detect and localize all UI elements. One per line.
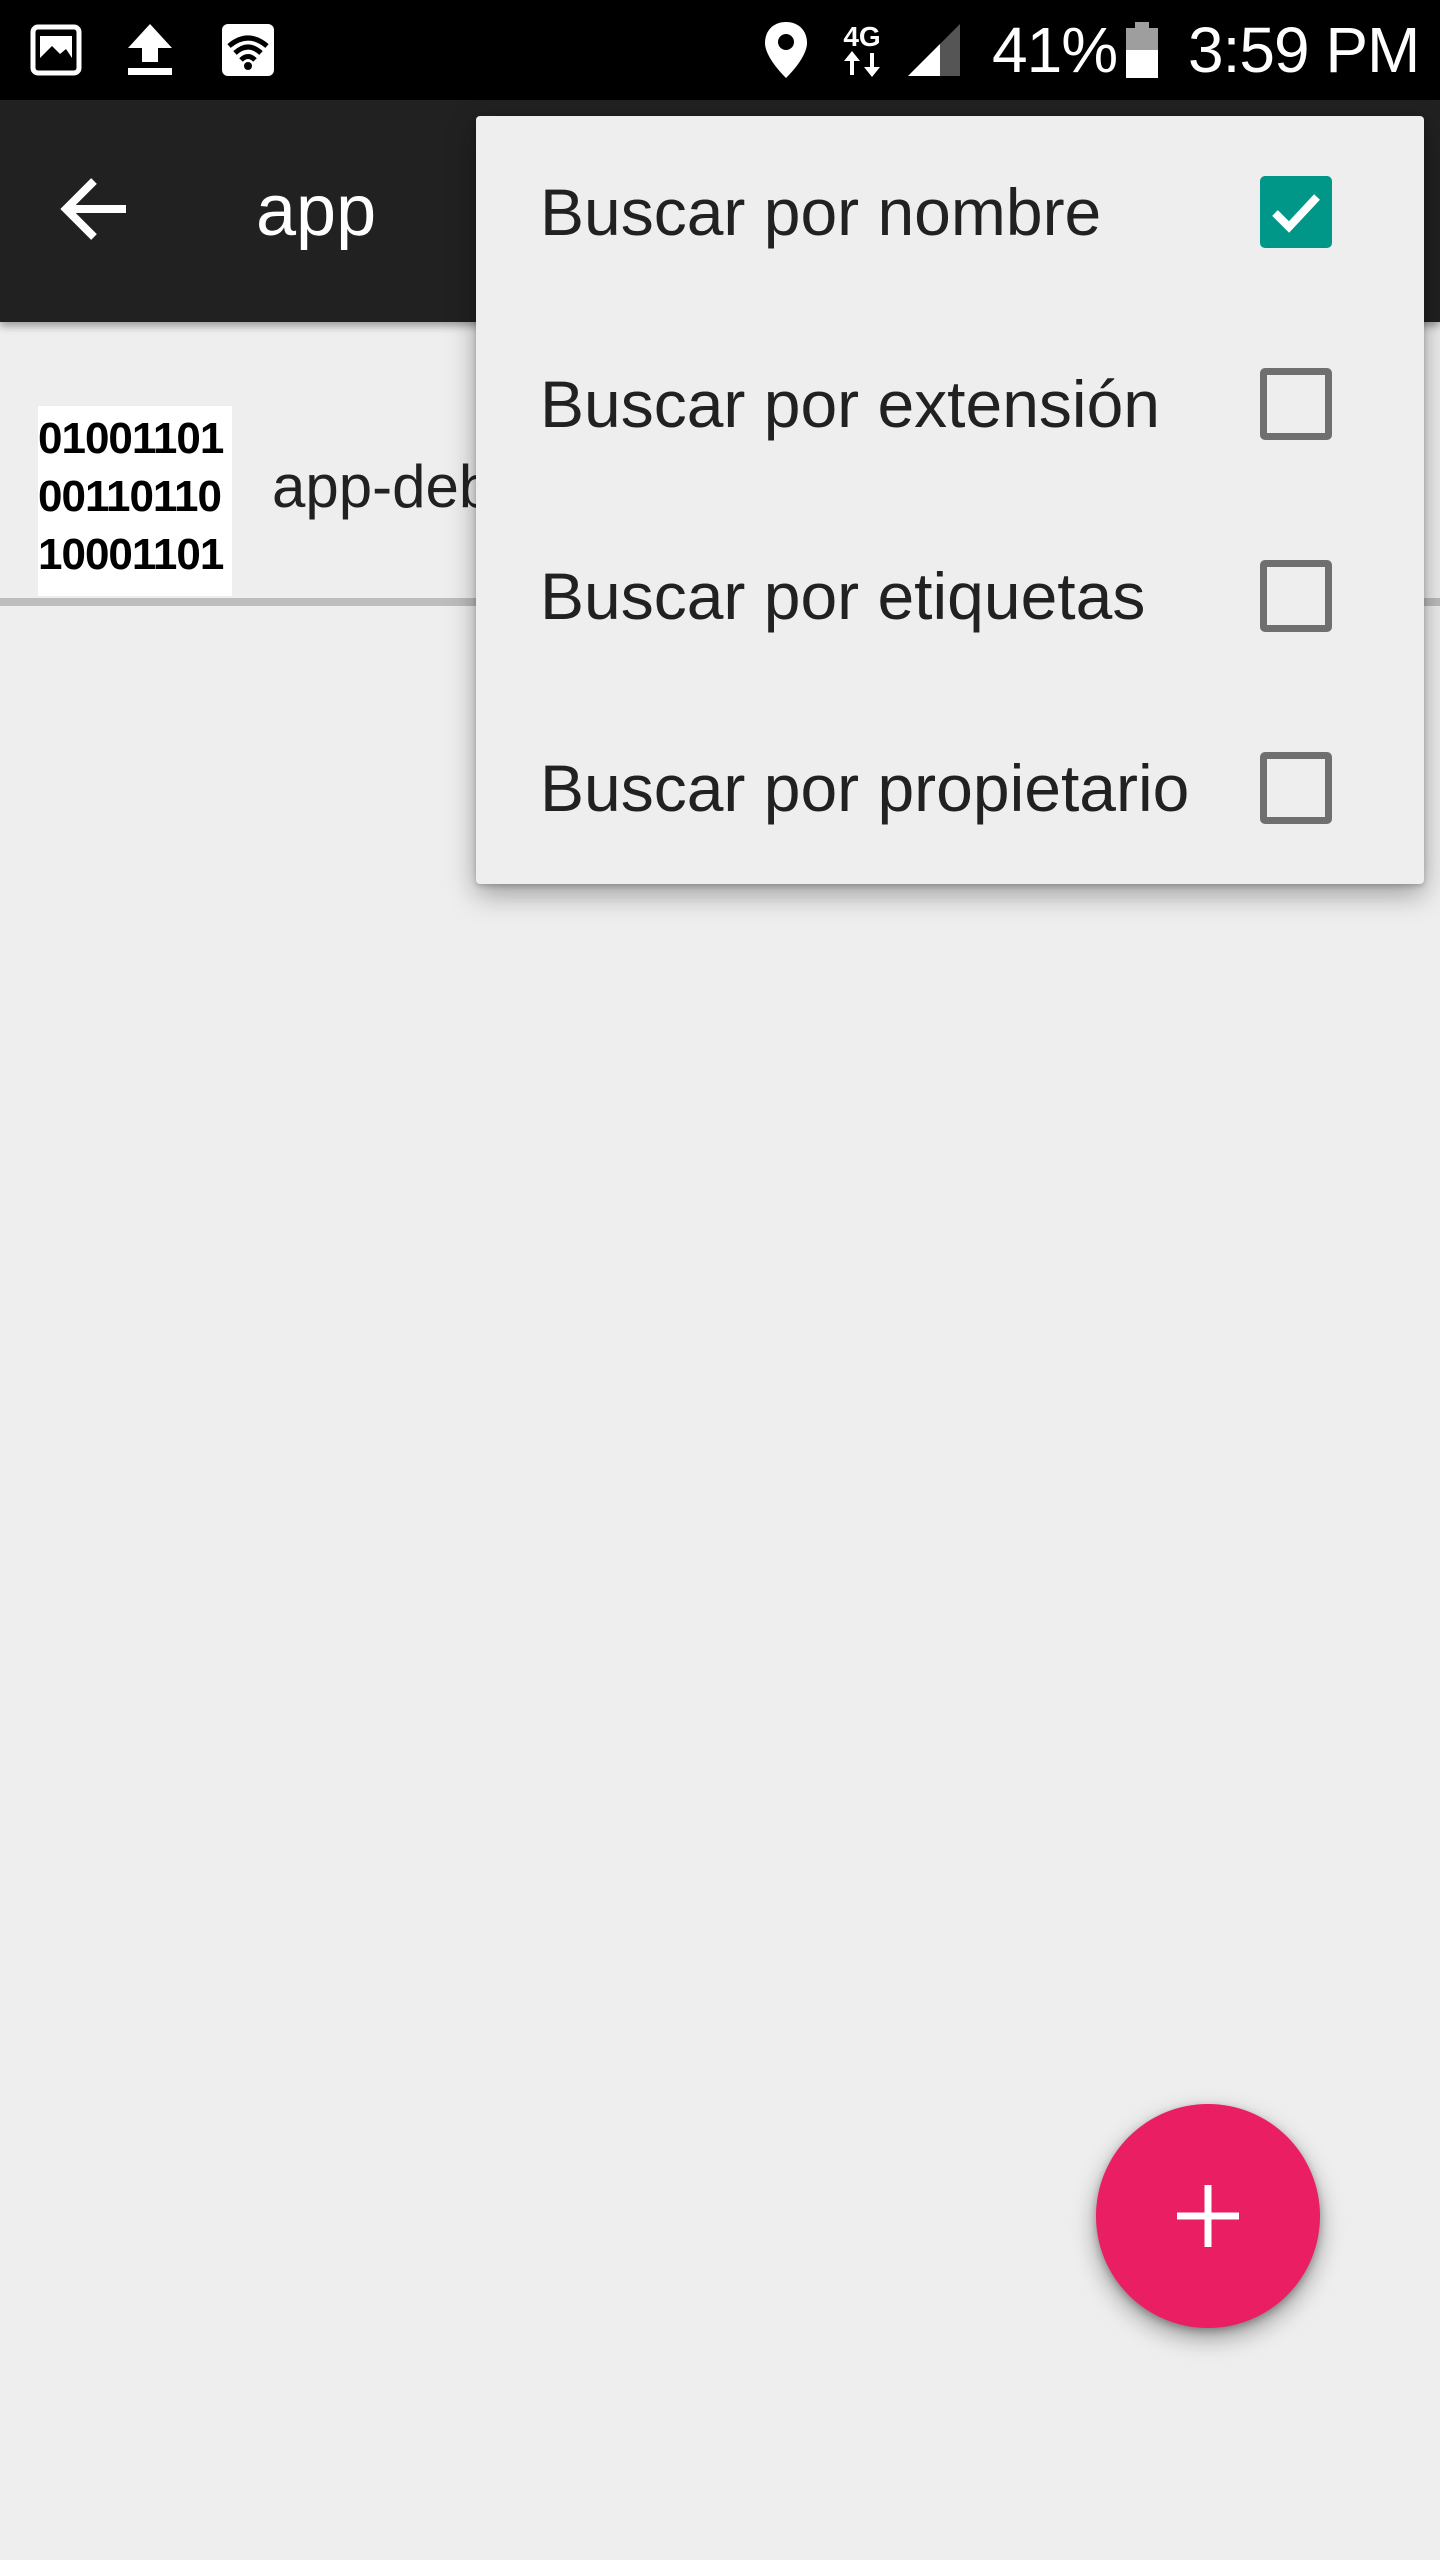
thumbnail-line: 00110110 — [38, 472, 222, 521]
binary-file-icon: 01001101 00110110 10001101 — [38, 406, 232, 596]
search-options-menu: Buscar por nombre Buscar por extensión B… — [476, 116, 1424, 884]
checkbox-unchecked[interactable] — [1260, 368, 1332, 440]
thumbnail-line: 10001101 — [38, 530, 224, 579]
check-icon — [1272, 194, 1320, 233]
menu-item-search-by-tags[interactable]: Buscar por etiquetas — [476, 500, 1424, 692]
menu-item-search-by-extension[interactable]: Buscar por extensión — [476, 308, 1424, 500]
battery-percent: 41% — [992, 14, 1118, 86]
add-button[interactable] — [1096, 2104, 1320, 2328]
status-bar: 4G 41% 3:59 PM — [0, 0, 1440, 100]
gallery-icon — [30, 18, 82, 82]
file-name: app-deb — [272, 453, 493, 520]
menu-item-search-by-name[interactable]: Buscar por nombre — [476, 116, 1424, 308]
arrow-left-icon — [60, 177, 130, 246]
menu-item-label: Buscar por extensión — [540, 367, 1161, 441]
menu-item-search-by-owner[interactable]: Buscar por propietario — [476, 692, 1424, 884]
wifi-icon — [220, 18, 276, 82]
checkbox-unchecked[interactable] — [1260, 752, 1332, 824]
page-title: app — [256, 171, 377, 251]
checkbox-unchecked[interactable] — [1260, 560, 1332, 632]
back-button[interactable] — [40, 156, 150, 266]
location-icon — [762, 18, 810, 82]
menu-item-label: Buscar por propietario — [540, 751, 1190, 825]
checkbox-checked[interactable] — [1260, 176, 1332, 248]
clock: 3:59 PM — [1188, 14, 1420, 86]
thumbnail-line: 01001101 — [38, 414, 224, 463]
signal-icon — [906, 18, 962, 82]
network-4g-label: 4G — [843, 21, 881, 52]
upload-icon — [124, 18, 176, 82]
menu-item-label: Buscar por nombre — [540, 175, 1102, 249]
menu-item-label: Buscar por etiquetas — [540, 559, 1146, 633]
battery-icon — [1124, 18, 1160, 82]
network-4g-icon: 4G — [842, 18, 882, 82]
plus-icon — [1177, 2185, 1239, 2247]
